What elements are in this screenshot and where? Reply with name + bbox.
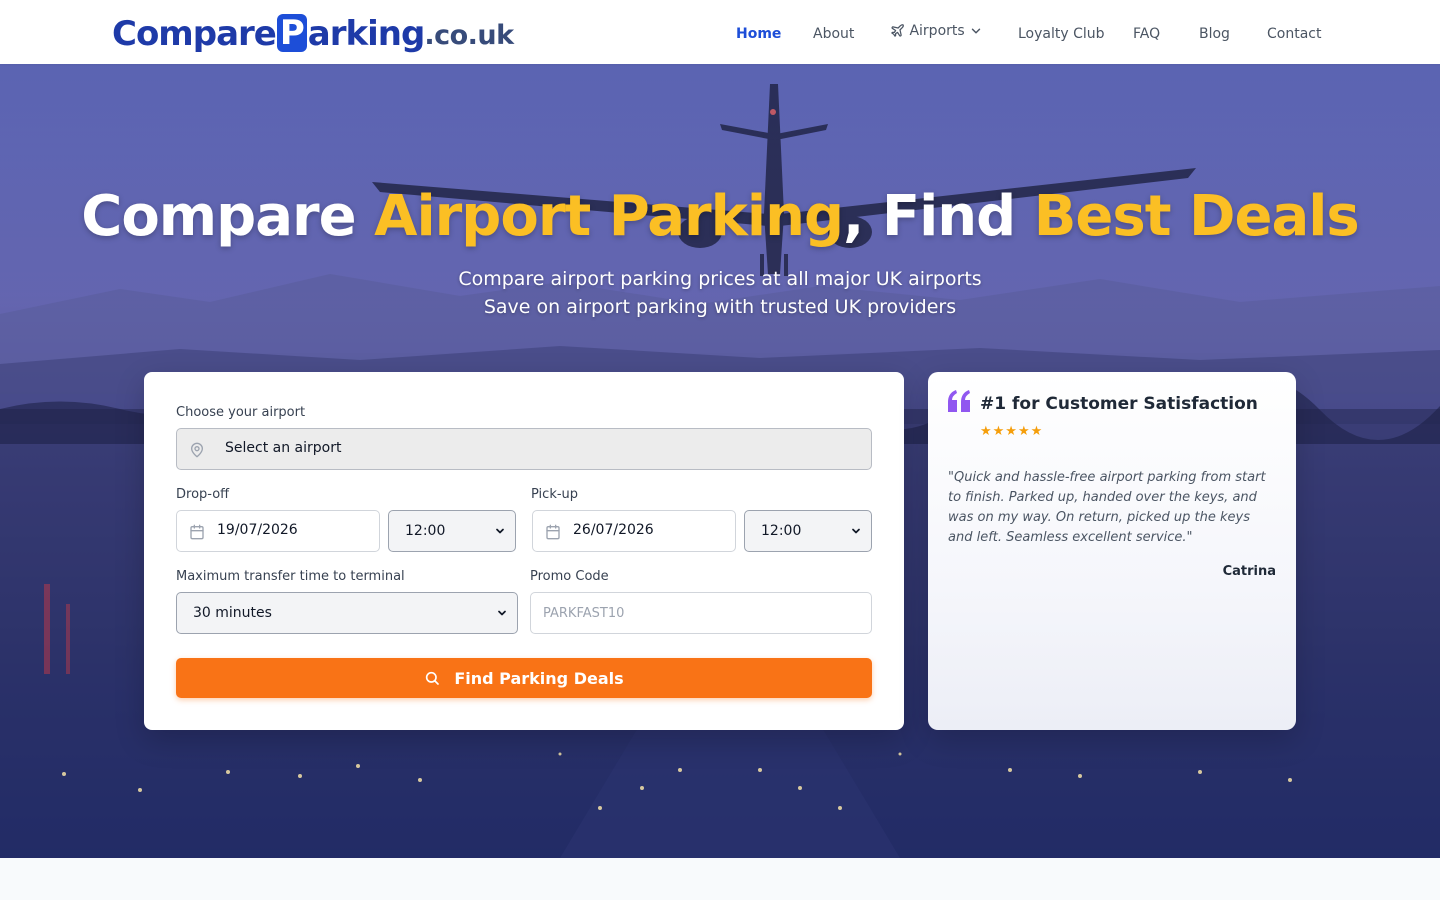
nav-blog[interactable]: Blog	[1199, 22, 1230, 46]
map-pin-icon	[191, 442, 203, 458]
calendar-icon	[190, 524, 204, 540]
main-nav: Home About Airports Loyalty Club FAQ Blo…	[0, 22, 1440, 46]
hero-heading: Compare Airport Parking, Find Best Deals	[0, 184, 1440, 249]
chevron-down-icon	[852, 528, 860, 534]
testimonial-quote: "Quick and hassle-free airport parking f…	[948, 470, 1266, 545]
dropoff-date-input[interactable]: 19/07/2026	[176, 510, 380, 552]
airport-select-value: Select an airport	[225, 440, 342, 456]
pickup-time-select[interactable]: 12:00	[744, 510, 872, 552]
hero-title-highlight2: Best Deals	[1033, 184, 1360, 249]
chevron-down-icon	[498, 610, 506, 616]
transfer-time-value: 30 minutes	[193, 605, 272, 621]
hero-title-part2: , Find	[843, 184, 1034, 249]
transfer-time-label: Maximum transfer time to terminal	[176, 569, 405, 584]
nav-airports[interactable]: Airports	[890, 19, 983, 43]
star-rating: ★★★★★	[980, 424, 1044, 439]
chevron-down-icon	[496, 528, 504, 534]
airport-label: Choose your airport	[176, 405, 306, 420]
hero-title-highlight1: Airport Parking	[374, 184, 844, 249]
calendar-icon	[546, 524, 560, 540]
search-icon	[426, 671, 440, 685]
quote-icon	[948, 390, 970, 412]
testimonial-author: Catrina	[1222, 564, 1276, 579]
chevron-down-icon	[971, 28, 981, 34]
testimonial-heading: #1 for Customer Satisfaction	[980, 394, 1258, 414]
hero-subtitle-line1: Compare airport parking prices at all ma…	[458, 268, 982, 290]
nav-airports-label: Airports	[909, 23, 965, 39]
dropoff-time-value: 12:00	[405, 523, 446, 539]
dropoff-time-select[interactable]: 12:00	[388, 510, 516, 552]
find-parking-deals-button[interactable]: Find Parking Deals	[176, 658, 872, 698]
pickup-date-value: 26/07/2026	[573, 522, 654, 538]
nav-home[interactable]: Home	[736, 22, 781, 46]
parking-search-form: Choose your airport Select an airport Dr…	[144, 372, 904, 730]
airport-select[interactable]: Select an airport	[176, 428, 872, 470]
nav-about[interactable]: About	[813, 22, 854, 46]
find-parking-deals-label: Find Parking Deals	[454, 668, 624, 688]
promo-code-input[interactable]: PARKFAST10	[530, 592, 872, 634]
pickup-date-input[interactable]: 26/07/2026	[532, 510, 736, 552]
dropoff-label: Drop-off	[176, 487, 230, 502]
dropoff-date-value: 19/07/2026	[217, 522, 298, 538]
promo-code-label: Promo Code	[530, 569, 609, 584]
nav-faq[interactable]: FAQ	[1133, 22, 1160, 46]
nav-contact[interactable]: Contact	[1267, 22, 1321, 46]
plane-icon	[891, 24, 904, 37]
promo-code-placeholder: PARKFAST10	[543, 605, 625, 621]
hero-title-part1: Compare	[81, 184, 375, 249]
pickup-time-value: 12:00	[761, 523, 802, 539]
pickup-label: Pick-up	[531, 487, 579, 502]
hero-subtitle-line2: Save on airport parking with trusted UK …	[483, 296, 957, 318]
testimonial-card: #1 for Customer Satisfaction ★★★★★ "Quic…	[928, 372, 1296, 730]
transfer-time-select[interactable]: 30 minutes	[176, 592, 518, 634]
nav-loyalty-club[interactable]: Loyalty Club	[1018, 22, 1105, 46]
top-navbar: Compare Parking .co.uk Home About Airports…	[0, 0, 1440, 64]
